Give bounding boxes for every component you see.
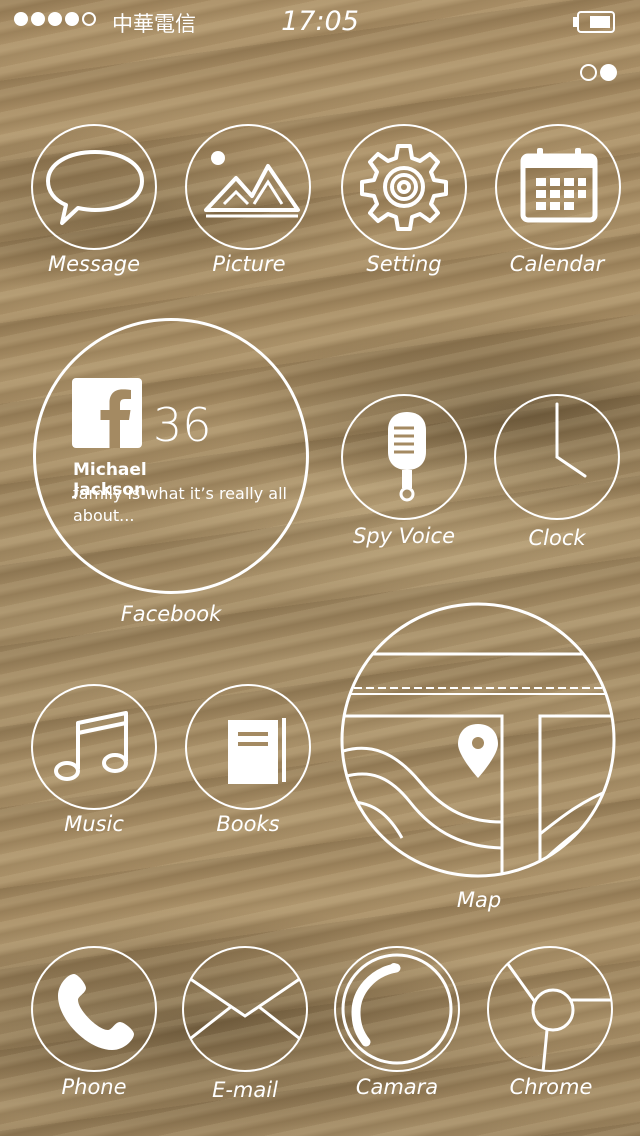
- envelope-icon: [185, 974, 305, 1044]
- microphone-icon: [388, 412, 426, 502]
- camera-label: Camara: [355, 1075, 439, 1099]
- clock-label: Clock: [528, 526, 586, 550]
- phone-handset-icon: [58, 974, 134, 1050]
- page-indicator[interactable]: [580, 64, 617, 81]
- facebook-notification-count: 36: [153, 398, 212, 452]
- speech-bubble-icon: [46, 150, 144, 225]
- music-note-icon: [54, 711, 128, 781]
- chrome-icon: [503, 959, 612, 1071]
- clock-icon: [555, 402, 587, 478]
- facebook-label: Facebook: [120, 602, 222, 626]
- calendar-label: Calendar: [509, 252, 605, 276]
- chrome-label: Chrome: [509, 1075, 593, 1099]
- status-time: 17:05: [281, 6, 359, 37]
- phone-label: Phone: [61, 1075, 127, 1099]
- page-dot-current[interactable]: [600, 64, 617, 81]
- status-bar: 中華電信 17:05: [0, 0, 640, 40]
- facebook-post-text: family is what it’s really all about...: [73, 484, 287, 525]
- page-dot[interactable]: [580, 64, 597, 81]
- home-screen: 中華電信 17:05 Message Picture Setting Calen…: [0, 0, 640, 1136]
- battery-icon: [573, 11, 615, 33]
- camera-lens-icon: [341, 953, 453, 1065]
- facebook-icon: [72, 378, 142, 448]
- message-label: Message: [47, 252, 141, 276]
- music-label: Music: [64, 812, 124, 836]
- mountain-picture-icon: [204, 151, 300, 218]
- books-label: Books: [216, 812, 280, 836]
- picture-label: Picture: [212, 252, 286, 276]
- gear-icon: [360, 144, 448, 231]
- setting-label: Setting: [366, 252, 442, 276]
- map-label: Map: [456, 888, 502, 912]
- email-label: E-mail: [212, 1078, 278, 1102]
- calendar-icon: [520, 148, 598, 223]
- map-pin-icon: [340, 602, 616, 878]
- book-icon: [228, 718, 286, 784]
- spy-voice-label: Spy Voice: [352, 524, 456, 548]
